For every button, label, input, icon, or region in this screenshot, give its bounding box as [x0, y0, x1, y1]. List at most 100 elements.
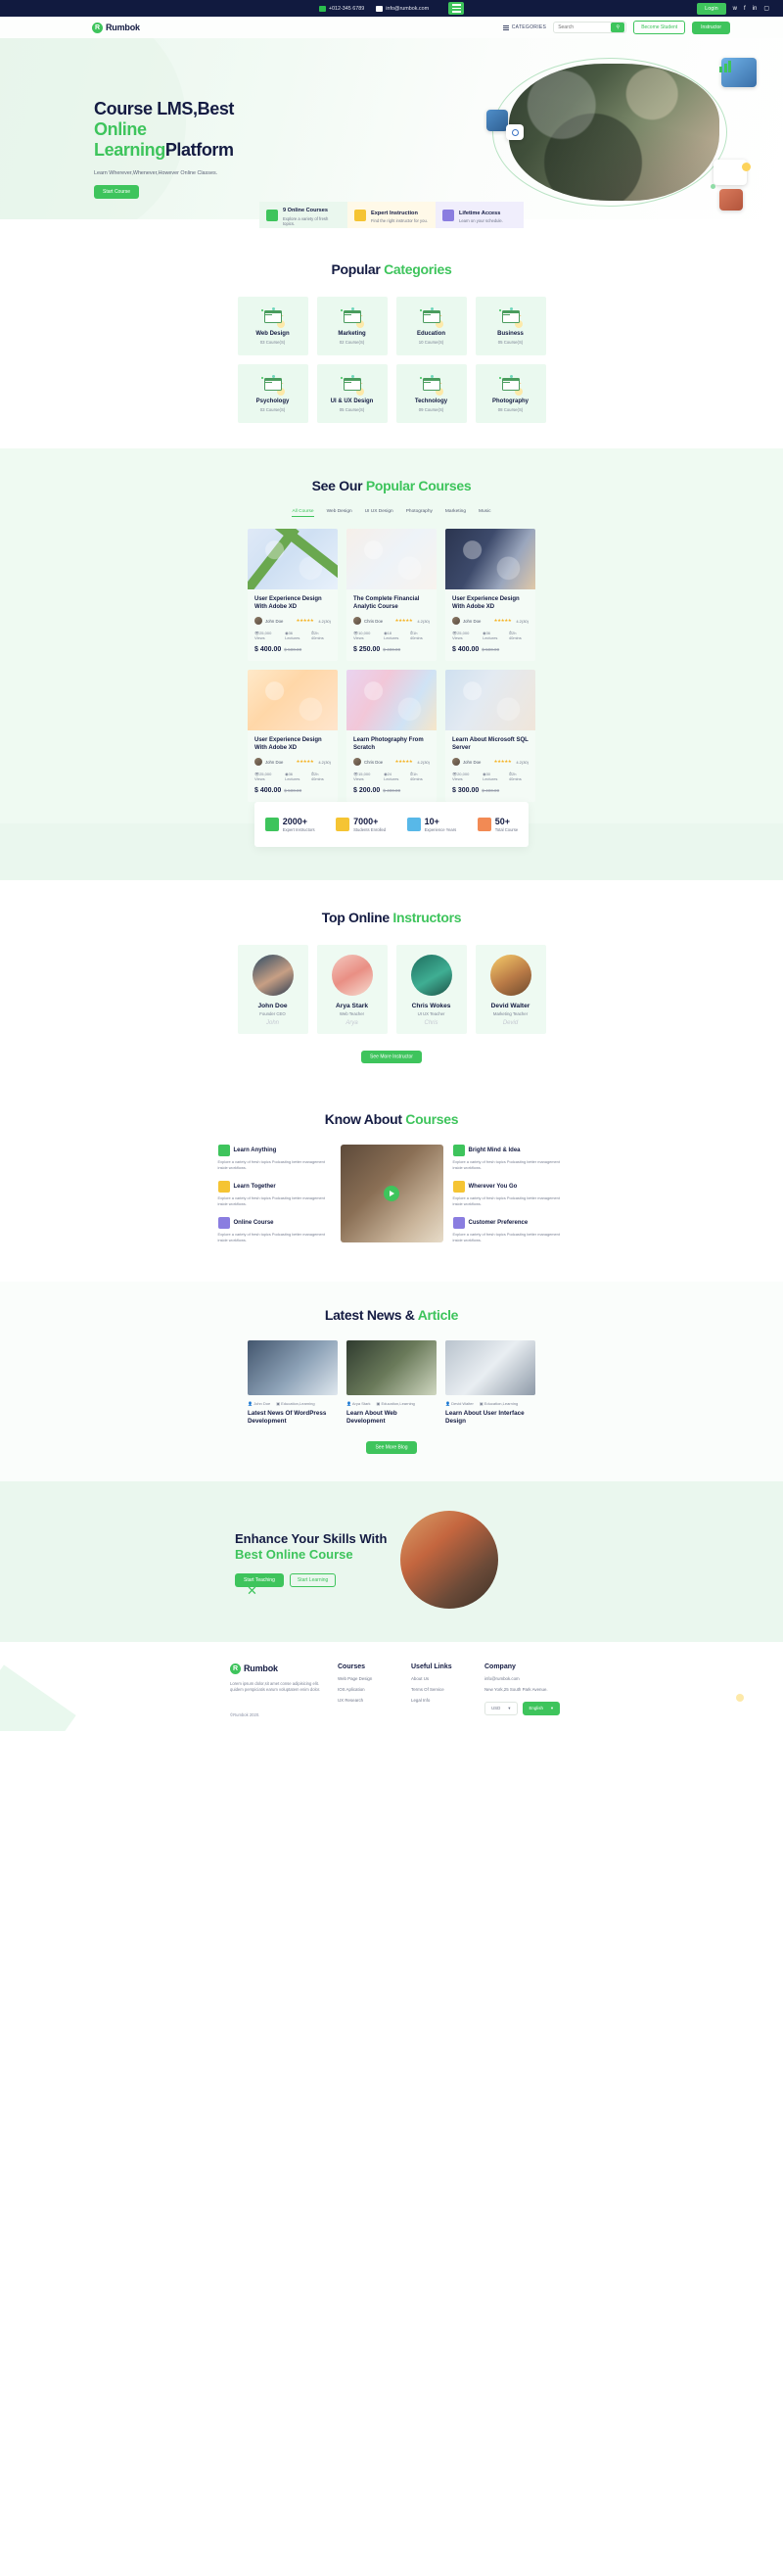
footer-link-2-0[interactable]: info@rumbok.com [484, 1676, 563, 1681]
twitter-icon[interactable]: w [733, 6, 737, 12]
news-heading: Latest News & Article [0, 1307, 783, 1323]
news-card-0[interactable]: 👤 John Doe ▣ Education,Learning Latest New… [248, 1339, 338, 1426]
stats-band: 2000+ Expert Instructors 7000+ Students Enr… [0, 802, 783, 880]
linkedin-icon[interactable]: in [753, 6, 758, 12]
know-icon-r0 [452, 1145, 465, 1156]
language-select[interactable]: English ▾ [522, 1701, 561, 1715]
feature-sub-1: Find the right instructor for you. [371, 218, 428, 224]
course-lectures-0: ◉36 Lectures [285, 631, 300, 640]
category-card-2[interactable]: + Education 10 Course(S) [395, 297, 467, 355]
stat-item-2: 10+ Experience Years [406, 817, 456, 832]
footer-link-2-1[interactable]: New York,25 South Park Avenue. [484, 1687, 563, 1692]
course-card-5[interactable]: Learn About Microsoft SQL Server John Doe… [445, 670, 535, 802]
start-learning-button[interactable]: Start Learning [289, 1573, 337, 1588]
course-old-price-1: $ 400.00 [383, 647, 401, 652]
category-icon-3: + [498, 306, 523, 328]
feature-card-2[interactable]: Lifetime Access Learn on your schedule. [436, 202, 524, 228]
footer-link-0-1[interactable]: IOS Aplication [338, 1687, 411, 1692]
course-tab-2[interactable]: UI UX Design [365, 509, 393, 517]
category-icon-6: + [419, 374, 443, 396]
email-item[interactable]: info@rumbok.com [376, 5, 429, 12]
instructor-button[interactable]: Instructor [692, 21, 730, 34]
know-text-r1: Explore a variety of fresh topics Podcas… [452, 1195, 560, 1206]
instructor-card-2[interactable]: Chris Wokes UI UX Teacher Chris [395, 945, 467, 1034]
feature-card-0[interactable]: 9 Online Courses Explore a variety of fr… [259, 202, 347, 228]
course-card-1[interactable]: The Complete Financial Analytic Course Ch… [346, 529, 437, 661]
search-input[interactable] [558, 24, 606, 30]
footer-link-0-2[interactable]: UX Research [338, 1698, 411, 1703]
footer-head-1: Useful Links [411, 1663, 452, 1670]
menu-burger-button[interactable] [448, 2, 465, 15]
courses-heading: See Our Popular Courses [0, 478, 783, 493]
course-title-0: User Experience Design With Adobe XD [254, 596, 322, 610]
know-title-l2: Online Course [233, 1220, 274, 1227]
footer-link-1-1[interactable]: Terms Of Service [411, 1687, 484, 1692]
know-video[interactable] [340, 1145, 443, 1242]
phone-item[interactable]: +012-345 6789 [318, 5, 364, 12]
footer-brand[interactable]: R Rumbok [230, 1663, 338, 1674]
feature-title-0: 9 Online Courses [283, 208, 329, 214]
footer-link-1-2[interactable]: Legal Info [411, 1698, 484, 1703]
course-card-3[interactable]: User Experience Design With Adobe XD John… [248, 670, 338, 802]
facebook-icon[interactable]: f [744, 6, 746, 12]
category-name-7: Photography [492, 398, 529, 404]
category-card-3[interactable]: + Business 05 Course(S) [475, 297, 546, 355]
course-price-2: $ 400.00 $ 500.00 [452, 646, 500, 653]
news-card-1[interactable]: 👤 Arya Stark ▣ Education,Learning Learn Ab… [346, 1339, 437, 1426]
course-tab-5[interactable]: Music [479, 509, 491, 517]
login-button[interactable]: Login [697, 2, 726, 15]
search-box[interactable]: ⚲ [553, 22, 627, 33]
courses-heading-dark: See Our [311, 478, 366, 493]
course-tab-4[interactable]: Marketing [445, 509, 466, 517]
cta-line2: Best Online Course [235, 1547, 353, 1563]
categories-section: Popular Categories + Web Design 03 Course(… [0, 228, 783, 448]
category-icon-7: + [498, 374, 523, 396]
know-icon-r2 [452, 1217, 465, 1230]
know-icon-r1 [452, 1181, 465, 1194]
see-more-instructor-button[interactable]: See More Instructor [361, 1050, 422, 1063]
feature-card-1[interactable]: Expert Instruction Find the right instru… [347, 202, 436, 228]
course-card-2[interactable]: User Experience Design With Adobe XD John… [445, 529, 535, 661]
category-card-5[interactable]: + UI & UX Design 05 Course(S) [316, 364, 388, 423]
instructor-card-0[interactable]: John Doe Founder CEO John [237, 945, 308, 1034]
play-icon[interactable] [384, 1186, 399, 1201]
start-teaching-button[interactable]: Start Teaching [235, 1573, 284, 1588]
know-text-l0: Explore a variety of fresh topics Podcas… [217, 1159, 325, 1170]
category-card-0[interactable]: + Web Design 03 Course(S) [237, 297, 308, 355]
course-lectures-4: ◉24 Lectures [384, 772, 399, 781]
category-count-6: 09 Course(S) [418, 406, 444, 412]
news-card-2[interactable]: 👤 Devid Walter ▣ Education,Learning Learn … [445, 1339, 535, 1426]
category-card-6[interactable]: + Technology 09 Course(S) [395, 364, 467, 423]
course-views-5: 👁20,000 Views [452, 772, 470, 781]
course-tab-0[interactable]: All Course [292, 509, 314, 517]
course-tab-3[interactable]: Photography [406, 509, 433, 517]
instructor-role-1: Web Teacher [339, 1011, 365, 1016]
hero-classroom-photo [509, 64, 719, 201]
category-card-7[interactable]: + Photography 08 Course(S) [475, 364, 546, 423]
course-card-0[interactable]: User Experience Design With Adobe XD John… [248, 529, 338, 661]
instructor-card-1[interactable]: Arya Stark Web Teacher Arya [316, 945, 388, 1034]
course-tab-1[interactable]: Web Design [327, 509, 352, 517]
categories-menu-button[interactable]: CATEGORIES [502, 24, 546, 30]
category-name-6: Technology [414, 398, 448, 404]
category-card-4[interactable]: + Psychology 03 Course(S) [237, 364, 308, 423]
become-student-button[interactable]: Become Student [633, 21, 686, 34]
hero-title-line2: Online [94, 119, 147, 139]
instructor-name-1: Arya Stark [336, 1003, 368, 1009]
instructors-grid: John Doe Founder CEO John Arya Stark Web Tea… [0, 945, 783, 1034]
course-card-4[interactable]: Learn Photography From Scratch Chris Doe ★… [346, 670, 437, 802]
footer-link-0-0[interactable]: Web Page Design [338, 1676, 411, 1681]
instructor-card-3[interactable]: Devid Walter Marketing Teacher Devid [475, 945, 546, 1034]
brand-logo-group[interactable]: R Rumbok [92, 22, 140, 33]
start-course-button[interactable]: Start Course [94, 185, 140, 199]
see-more-blog-button[interactable]: See More Blog [366, 1441, 417, 1455]
footer-link-1-0[interactable]: About Us [411, 1676, 484, 1681]
category-count-7: 08 Course(S) [497, 406, 524, 412]
instagram-icon[interactable]: ▢ [763, 5, 769, 12]
course-old-price-3: $ 500.00 [284, 788, 302, 793]
category-card-1[interactable]: + Marketing 02 Course(S) [316, 297, 388, 355]
main-navbar: R Rumbok CATEGORIES ⚲ Become Student Ins… [0, 17, 783, 38]
search-icon[interactable]: ⚲ [611, 23, 625, 32]
brand-name: Rumbok [106, 23, 140, 32]
currency-select[interactable]: USD ▾ [484, 1701, 518, 1715]
